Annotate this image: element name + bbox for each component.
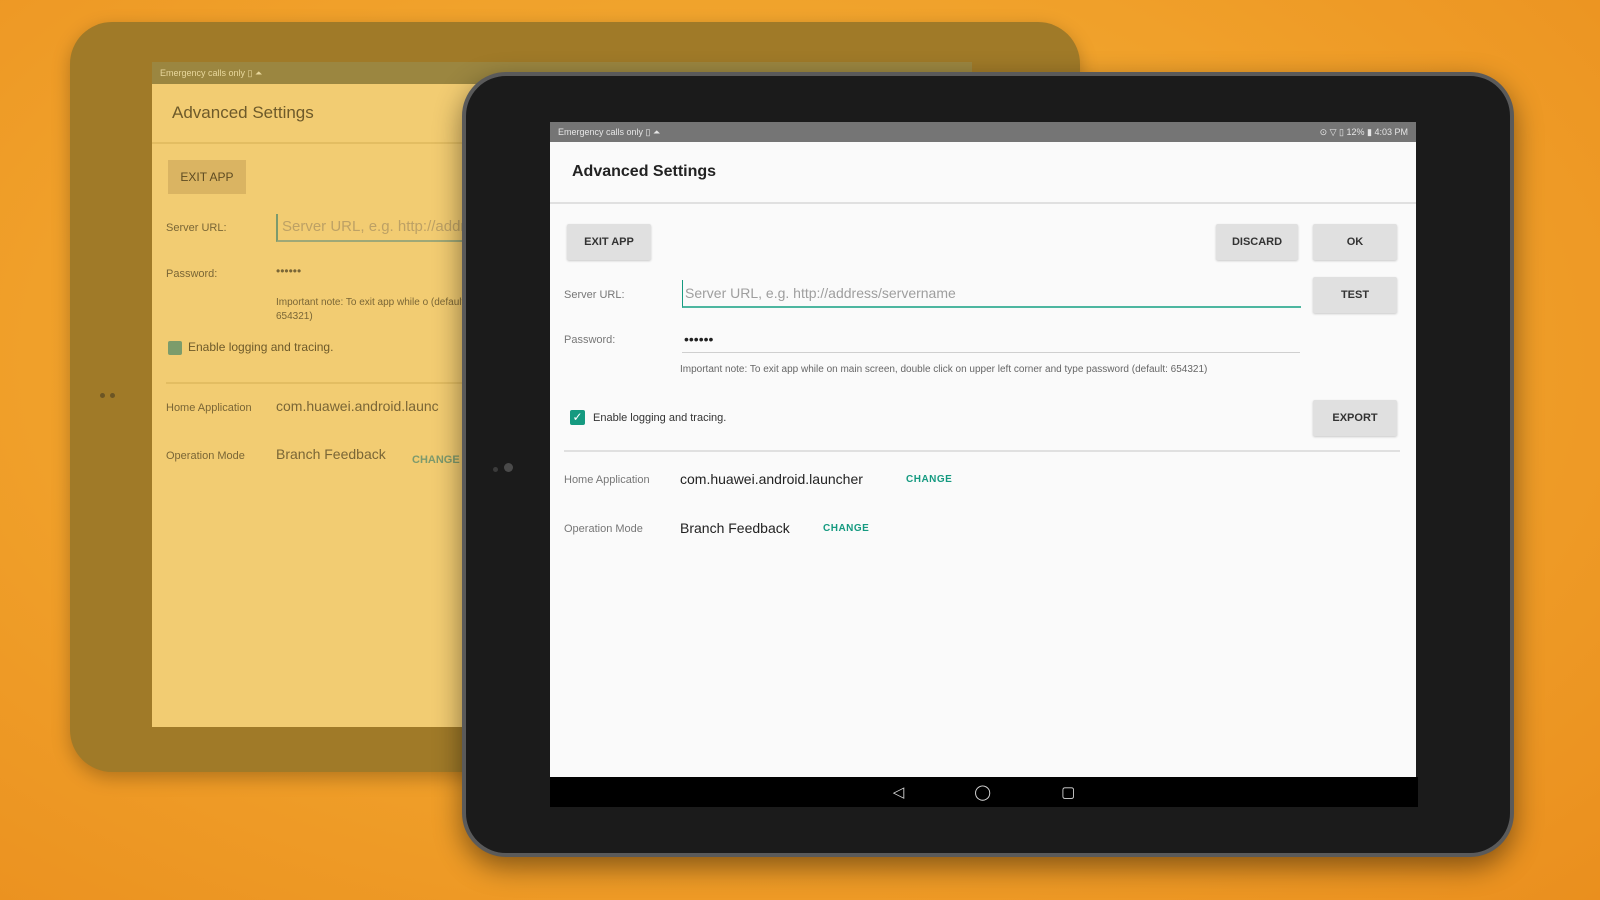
discard-button[interactable]: DISCARD [1216, 224, 1298, 260]
status-bar-left: Emergency calls only ▯ ⏶ [558, 127, 661, 137]
bg-mode-label: Operation Mode [166, 450, 245, 462]
export-button[interactable]: EXPORT [1313, 400, 1397, 436]
password-label: Password: [564, 334, 616, 346]
camera-icon [493, 459, 519, 477]
bg-password-value: •••••• [276, 264, 302, 278]
test-button[interactable]: TEST [1313, 277, 1397, 313]
home-application-change-link[interactable]: CHANGE [906, 474, 952, 485]
password-field[interactable] [682, 326, 1300, 353]
bg-password-note: Important note: To exit app while o (def… [276, 297, 468, 322]
bg-camera-icon [100, 385, 122, 398]
home-application-value: com.huawei.android.launcher [680, 471, 863, 487]
exit-app-button[interactable]: EXIT APP [567, 224, 651, 260]
server-url-label: Server URL: [564, 289, 625, 301]
logging-label: Enable logging and tracing. [593, 411, 727, 424]
bg-mode-change-link: CHANGE [412, 454, 460, 466]
app-bar: Advanced Settings [550, 142, 1416, 204]
recents-icon[interactable]: ▢ [1061, 783, 1075, 801]
checkbox-checked-icon[interactable]: ✓ [570, 410, 585, 425]
divider [564, 450, 1400, 452]
home-application-label: Home Application [564, 474, 650, 486]
password-note: Important note: To exit app while on mai… [680, 364, 1208, 375]
bg-logging-label: Enable logging and tracing. [188, 340, 334, 354]
bg-logging-checkbox: Enable logging and tracing. [168, 340, 333, 355]
operation-mode-change-link[interactable]: CHANGE [823, 523, 869, 534]
bg-home-value: com.huawei.android.launc [276, 398, 439, 414]
tablet-screen: Emergency calls only ▯ ⏶ ⊙ ▽ ▯ 12% ▮ 4:0… [550, 122, 1416, 777]
status-bar: Emergency calls only ▯ ⏶ ⊙ ▽ ▯ 12% ▮ 4:0… [550, 122, 1416, 142]
page-title: Advanced Settings [572, 163, 717, 180]
bg-password-label: Password: [166, 268, 218, 280]
bg-server-url-label: Server URL: [166, 222, 227, 234]
operation-mode-value: Branch Feedback [680, 520, 790, 536]
navigation-bar: ◁ ◯ ▢ [550, 777, 1418, 807]
logging-checkbox-row[interactable]: ✓ Enable logging and tracing. [570, 410, 726, 425]
operation-mode-label: Operation Mode [564, 523, 643, 535]
status-bar-right: ⊙ ▽ ▯ 12% ▮ 4:03 PM [1319, 127, 1408, 137]
home-icon[interactable]: ◯ [974, 783, 991, 801]
bg-exit-app-button: EXIT APP [168, 160, 246, 194]
ok-button[interactable]: OK [1313, 224, 1397, 260]
bg-home-label: Home Application [166, 402, 252, 414]
back-icon[interactable]: ◁ [893, 783, 905, 801]
bg-checkbox-icon [168, 340, 182, 355]
server-url-input[interactable] [682, 280, 1301, 308]
bg-mode-value: Branch Feedback [276, 446, 386, 462]
